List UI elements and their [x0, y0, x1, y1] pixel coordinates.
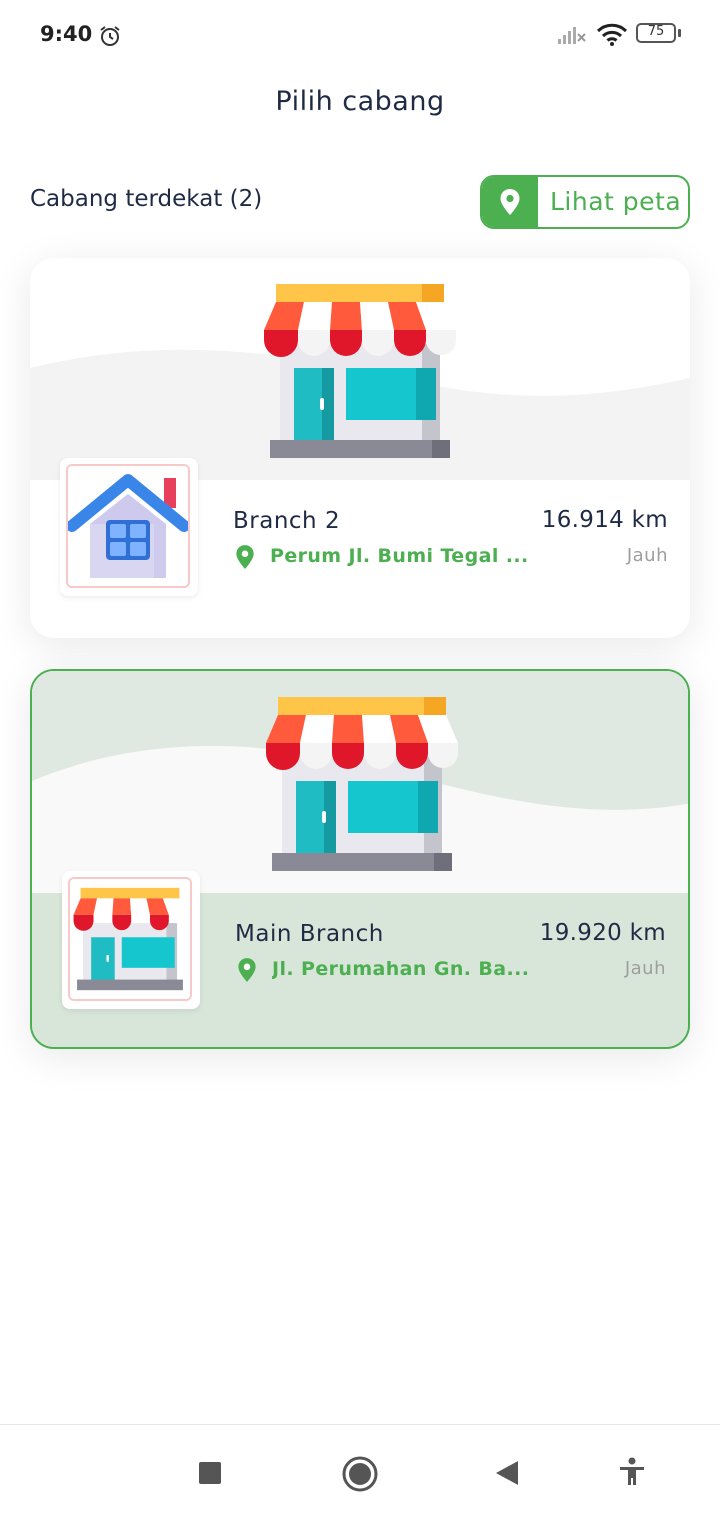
recents-icon[interactable]	[199, 1462, 221, 1484]
location-pin-icon	[482, 177, 538, 227]
branch-distance-status: Jauh	[624, 958, 666, 979]
branch-name: Main Branch	[235, 921, 384, 947]
home-icon[interactable]	[342, 1456, 378, 1492]
house-icon	[66, 464, 190, 588]
branch-thumbnail	[60, 458, 198, 596]
page-title: Pilih cabang	[275, 86, 445, 117]
accessibility-icon[interactable]	[618, 1457, 646, 1491]
wifi-icon	[596, 22, 628, 52]
view-map-button[interactable]: Lihat peta	[480, 175, 690, 229]
location-pin-icon	[237, 957, 257, 987]
branch-thumbnail	[62, 871, 200, 1009]
store-icon	[68, 877, 192, 1001]
branch-address: Perum Jl. Bumi Tegal ...	[270, 545, 529, 567]
branch-name: Branch 2	[233, 508, 341, 534]
branch-distance-status: Jauh	[626, 545, 668, 566]
store-illustration-icon	[258, 280, 462, 466]
signal-icon	[556, 24, 588, 50]
back-icon[interactable]	[494, 1459, 520, 1491]
alarm-icon	[98, 24, 122, 52]
location-pin-icon	[235, 544, 255, 574]
system-nav-bar	[0, 1424, 720, 1521]
branch-card-selected[interactable]: Main Branch Jl. Perumahan Gn. Ba... 19.9…	[30, 669, 690, 1049]
view-map-label: Lihat peta	[550, 187, 682, 216]
branch-distance: 19.920 km	[539, 920, 666, 946]
branch-card[interactable]: Branch 2 Perum Jl. Bumi Tegal ... 16.914…	[30, 258, 690, 638]
status-bar: 9:40 75	[0, 0, 720, 72]
status-time: 9:40	[40, 22, 93, 46]
store-illustration-icon	[260, 693, 464, 879]
nearby-branches-label: Cabang terdekat (2)	[30, 186, 263, 212]
branch-address: Jl. Perumahan Gn. Ba...	[272, 958, 530, 980]
battery-level: 75	[647, 24, 665, 39]
branch-distance: 16.914 km	[541, 507, 668, 533]
battery-icon: 75	[636, 23, 681, 45]
